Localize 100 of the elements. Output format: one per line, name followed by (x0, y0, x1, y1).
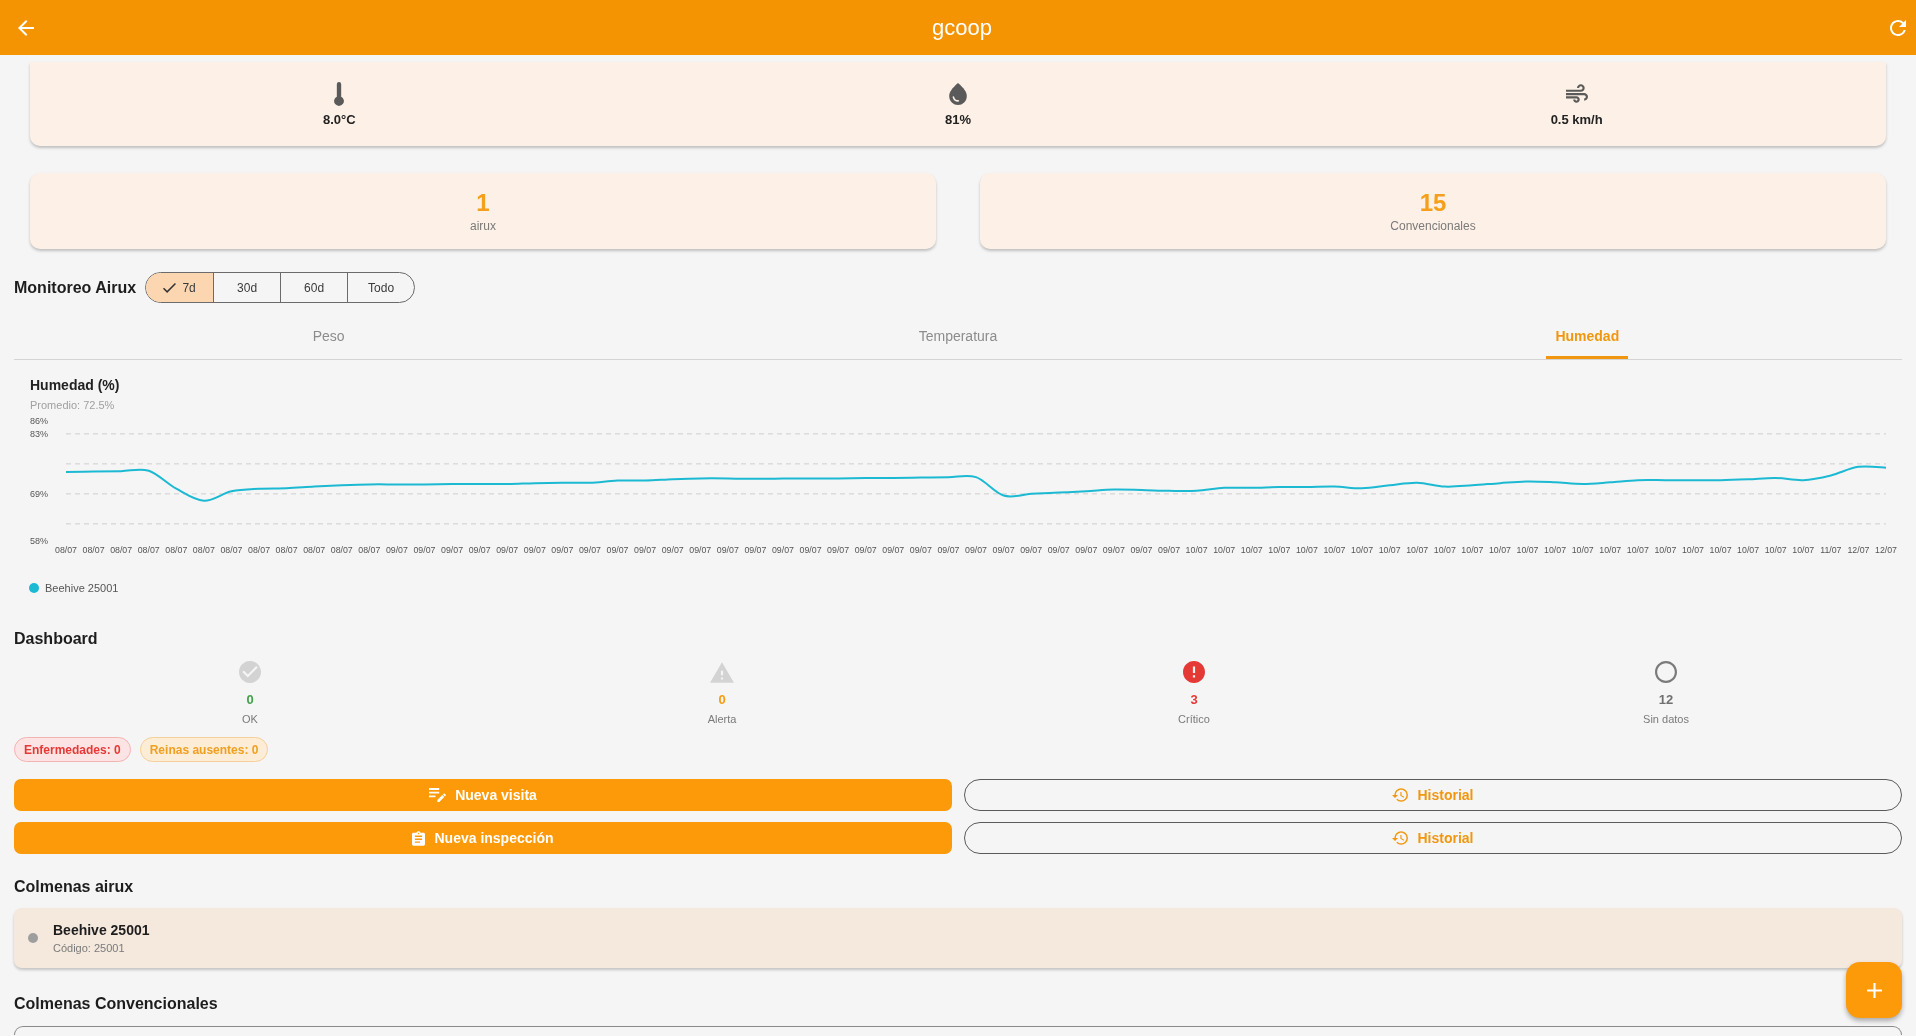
x-axis-label: 09/07 (606, 545, 629, 555)
status-label: Sin datos (1643, 713, 1689, 726)
x-axis-label: 10/07 (1571, 545, 1594, 555)
range-option[interactable]: Todo (347, 273, 415, 302)
x-axis-label: 09/07 (661, 545, 684, 555)
x-axis-label: 09/07 (1130, 545, 1153, 555)
range-option[interactable]: 30d (213, 273, 281, 302)
count-value: 15 (1419, 189, 1447, 217)
x-axis-label: 09/07 (578, 545, 601, 555)
x-axis-label: 08/07 (82, 545, 105, 555)
plus-icon (1866, 982, 1882, 998)
status-label: Crítico (1178, 713, 1210, 726)
refresh-icon (1890, 19, 1906, 36)
count-label: Convencionales (1390, 219, 1476, 233)
x-axis-label: 09/07 (1075, 545, 1098, 555)
x-axis-label: 09/07 (909, 545, 932, 555)
x-axis-label: 09/07 (413, 545, 436, 555)
x-axis-label: 09/07 (744, 545, 767, 555)
x-axis-label: 08/07 (137, 545, 160, 555)
x-axis-label: 10/07 (1213, 545, 1236, 555)
x-axis-label: 10/07 (1709, 545, 1732, 555)
status-chip: Enfermedades: 0 (14, 737, 131, 762)
status-count: 3 (1190, 692, 1198, 707)
status-label: Alerta (707, 713, 737, 726)
x-axis-label: 08/07 (165, 545, 188, 555)
x-axis-label: 08/07 (303, 545, 326, 555)
ring-icon (1655, 661, 1677, 683)
x-axis-label: 09/07 (1102, 545, 1125, 555)
x-axis-label: 08/07 (192, 545, 215, 555)
x-axis-label: 10/07 (1240, 545, 1263, 555)
x-axis-label: 10/07 (1599, 545, 1622, 555)
primary-button[interactable]: Nueva inspección (14, 822, 952, 854)
range-option[interactable]: 7d (146, 273, 214, 302)
x-axis-label: 10/07 (1433, 545, 1456, 555)
status-count: 12 (1658, 692, 1674, 707)
x-axis-label: 09/07 (1020, 545, 1043, 555)
count-value: 1 (476, 189, 490, 217)
x-axis-label: 09/07 (965, 545, 987, 555)
x-axis-label: 09/07 (385, 545, 408, 555)
weather-value: 81% (944, 111, 971, 127)
x-axis-label: 12/07 (1875, 545, 1897, 555)
hive-name: Beehive 25001 (53, 921, 150, 939)
x-axis-label: 08/07 (110, 545, 133, 555)
x-axis-label: 09/07 (468, 545, 491, 555)
x-axis-label: 10/07 (1461, 545, 1484, 555)
x-axis-label: 09/07 (551, 545, 574, 555)
x-axis-label: 10/07 (1737, 545, 1760, 555)
x-axis-label: 09/07 (854, 545, 877, 555)
warning-icon (710, 661, 734, 683)
status-chip: Reinas ausentes: 0 (139, 737, 269, 762)
status-count: 0 (246, 692, 254, 707)
x-axis-label: 08/07 (358, 545, 381, 555)
x-axis-label: 09/07 (992, 545, 1015, 555)
y-axis-label: 69% (30, 488, 48, 499)
range-option[interactable]: 60d (280, 273, 348, 302)
hive-list-item[interactable]: Beehive 25001 Código: 25001 (14, 908, 1902, 968)
add-button[interactable] (1846, 962, 1902, 1018)
primary-button[interactable]: Nueva visita (14, 779, 952, 811)
thermometer-icon (334, 81, 345, 106)
x-axis-label: 10/07 (1626, 545, 1649, 555)
x-axis-label: 12/07 (1847, 545, 1870, 555)
x-axis-label: 09/07 (523, 545, 546, 555)
x-axis-label: 09/07 (496, 545, 519, 555)
x-axis-label: 10/07 (1764, 545, 1787, 555)
water-drop-icon (949, 82, 967, 105)
history-icon (1392, 831, 1409, 845)
arrow-left-icon (18, 19, 34, 36)
x-axis-label: 09/07 (441, 545, 464, 555)
section-title: Monitoreo Airux (14, 278, 137, 297)
status-label: OK (242, 713, 258, 726)
x-axis-label: 09/07 (716, 545, 739, 555)
x-axis-label: 10/07 (1185, 545, 1208, 555)
average-text: Promedio: 72.5% (30, 399, 116, 412)
x-axis-label: 10/07 (1792, 545, 1815, 555)
section-title: Dashboard (14, 629, 99, 648)
x-axis-label: 10/07 (1351, 545, 1374, 555)
x-axis-label: 08/07 (275, 545, 298, 555)
x-axis-label: 10/07 (1516, 545, 1539, 555)
x-axis-label: 10/07 (1323, 545, 1346, 555)
x-axis-label: 09/07 (689, 545, 712, 555)
status-count: 0 (718, 692, 726, 707)
wind-icon (1565, 84, 1588, 103)
weather-value: 8.0°C (323, 111, 356, 127)
tab[interactable]: Peso (14, 311, 644, 359)
tab[interactable]: Temperatura (643, 311, 1273, 359)
section-title: Colmenas airux (14, 877, 135, 896)
x-axis-label: 10/07 (1268, 545, 1291, 555)
error-icon (1183, 661, 1205, 683)
count-label: airux (470, 219, 496, 233)
legend-label: Beehive 25001 (45, 582, 119, 594)
y-axis-label: 83% (30, 428, 48, 439)
y-axis-label: 58% (30, 536, 48, 546)
check-icon (163, 282, 177, 293)
x-axis-label: 10/07 (1378, 545, 1401, 555)
tab[interactable]: Humedad (1272, 311, 1902, 359)
chart-title: Humedad (%) (30, 377, 121, 394)
weather-value: 0.5 km/h (1550, 111, 1603, 127)
x-axis-label: 09/07 (882, 545, 905, 555)
x-axis-label: 09/07 (1047, 545, 1070, 555)
x-axis-label: 09/07 (827, 545, 850, 555)
